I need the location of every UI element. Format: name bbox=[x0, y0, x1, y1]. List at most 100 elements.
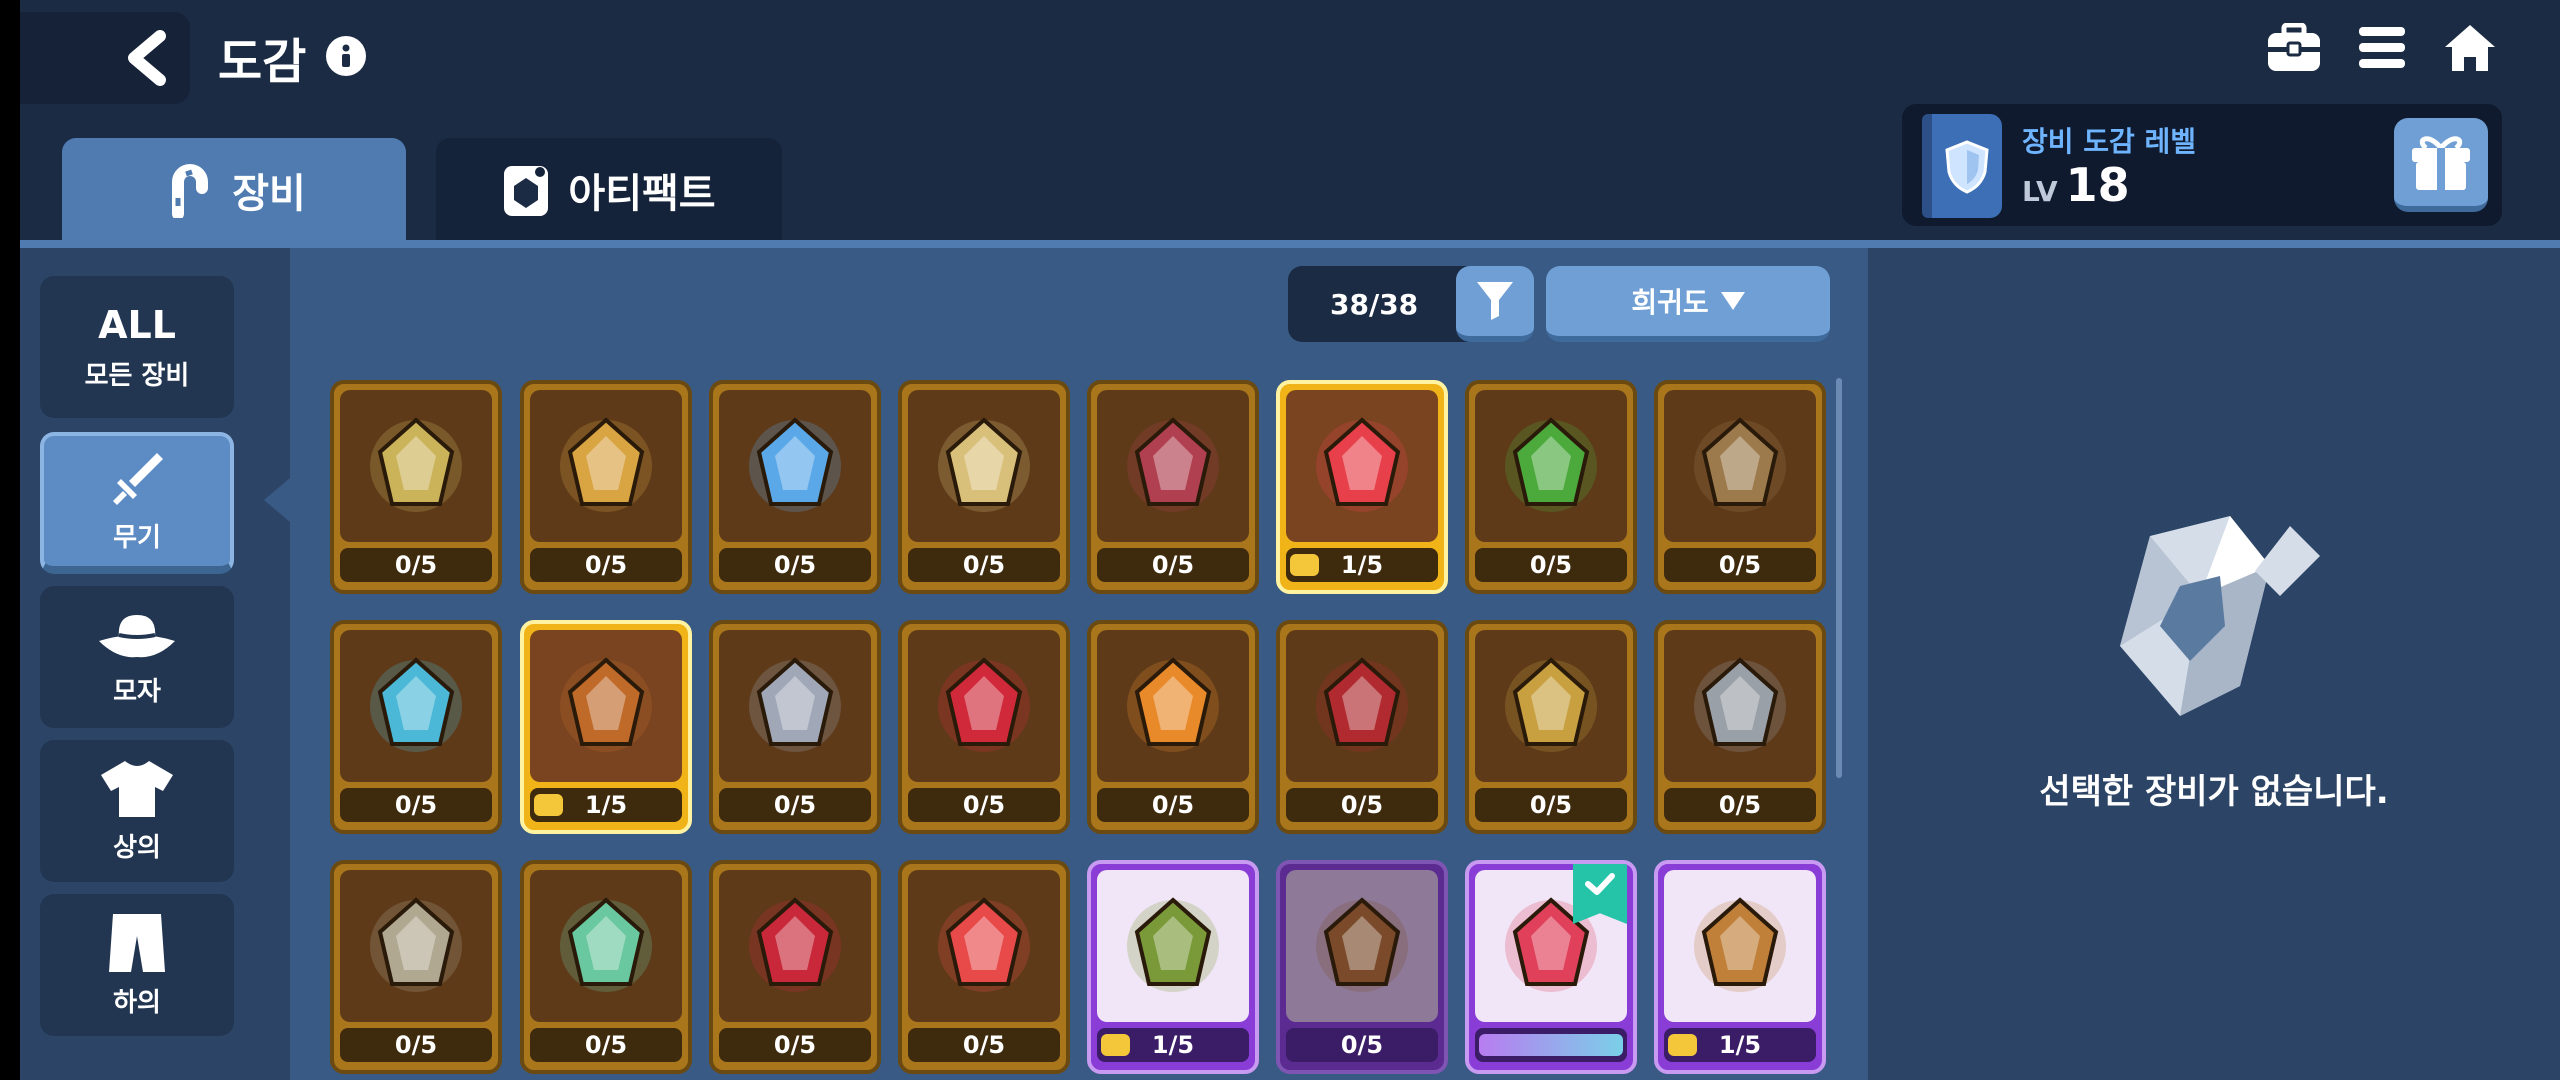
poison-flask-icon bbox=[1505, 417, 1597, 512]
equipment-card[interactable] bbox=[1465, 860, 1637, 1074]
dumbbell-icon bbox=[560, 657, 652, 752]
pants-icon bbox=[109, 913, 165, 972]
filter-button[interactable] bbox=[1456, 266, 1534, 342]
equipment-card[interactable]: 0/5 bbox=[898, 380, 1070, 594]
progress-count: 0/5 bbox=[962, 791, 1006, 819]
equipment-art bbox=[719, 390, 871, 542]
equipment-art bbox=[530, 630, 682, 782]
bag-icon[interactable] bbox=[2264, 20, 2324, 76]
tab-equipment[interactable]: 장비 bbox=[62, 138, 406, 242]
progress-count: 0/5 bbox=[962, 551, 1006, 579]
equipment-card[interactable]: 0/5 bbox=[709, 380, 881, 594]
equipment-card[interactable]: 0/5 bbox=[1654, 380, 1826, 594]
golden-horn-icon bbox=[1505, 657, 1597, 752]
progress-bar: 0/5 bbox=[908, 548, 1060, 582]
home-icon[interactable] bbox=[2440, 20, 2500, 76]
progress-bar: 1/5 bbox=[1286, 548, 1438, 582]
back-button[interactable] bbox=[20, 12, 190, 104]
progress-bar: 0/5 bbox=[1286, 788, 1438, 822]
equipment-card[interactable]: 0/5 bbox=[898, 620, 1070, 834]
fire-gem-icon bbox=[1127, 657, 1219, 752]
equipment-card[interactable]: 0/5 bbox=[1087, 380, 1259, 594]
progress-count: 0/5 bbox=[584, 1031, 628, 1059]
equipment-art bbox=[908, 870, 1060, 1022]
progress-count: 1/5 bbox=[1718, 1031, 1762, 1059]
candy-hammer-icon bbox=[1316, 417, 1408, 512]
candy-cane-icon bbox=[938, 897, 1030, 992]
equipment-card[interactable]: 1/5 bbox=[1276, 380, 1448, 594]
filter-icon bbox=[1477, 282, 1513, 320]
progress-count: 0/5 bbox=[773, 791, 817, 819]
menu-icon[interactable] bbox=[2352, 20, 2412, 76]
sidebar-item-hat[interactable]: 모자 bbox=[40, 586, 234, 728]
progress-bar: 0/5 bbox=[719, 788, 871, 822]
equipment-art bbox=[908, 390, 1060, 542]
equipment-card[interactable]: 0/5 bbox=[709, 620, 881, 834]
equipment-card[interactable]: 0/5 bbox=[330, 620, 502, 834]
wooden-flute-icon bbox=[1316, 897, 1408, 992]
equipment-card[interactable]: 0/5 bbox=[1465, 620, 1637, 834]
paper-blade-icon bbox=[938, 417, 1030, 512]
progress-count: 0/5 bbox=[773, 1031, 817, 1059]
empty-equipment-icon bbox=[2120, 516, 2320, 716]
progress-count: 0/5 bbox=[1151, 791, 1195, 819]
equipment-card[interactable]: 0/5 bbox=[898, 860, 1070, 1074]
equipment-art bbox=[1286, 870, 1438, 1022]
equipment-card[interactable]: 1/5 bbox=[520, 620, 692, 834]
stone-claw-icon bbox=[1694, 657, 1786, 752]
equipment-card[interactable]: 0/5 bbox=[1465, 380, 1637, 594]
progress-count: 0/5 bbox=[1529, 791, 1573, 819]
sidebar-item-weapon[interactable]: 무기 bbox=[40, 432, 234, 574]
equipment-card[interactable]: 0/5 bbox=[520, 380, 692, 594]
reward-gift-button[interactable] bbox=[2394, 118, 2488, 212]
sidebar-item-all[interactable]: ALL 모든 장비 bbox=[40, 276, 234, 418]
grid-scrollbar[interactable] bbox=[1836, 378, 1842, 778]
progress-fill bbox=[1668, 1034, 1697, 1056]
info-icon[interactable] bbox=[326, 36, 366, 76]
equipment-card[interactable]: 0/5 bbox=[520, 860, 692, 1074]
equipment-art bbox=[1664, 390, 1816, 542]
progress-bar: 0/5 bbox=[719, 548, 871, 582]
tab-artifact[interactable]: 아티팩트 bbox=[436, 138, 782, 242]
empty-selection-text: 선택한 장비가 없습니다. bbox=[2039, 772, 2389, 812]
progress-count: 0/5 bbox=[394, 791, 438, 819]
gift-icon bbox=[2412, 136, 2470, 190]
tab-underline bbox=[20, 240, 2560, 248]
sidebar-item-top[interactable]: 상의 bbox=[40, 740, 234, 882]
equipment-card[interactable]: 0/5 bbox=[1276, 620, 1448, 834]
spiked-amulet-icon bbox=[370, 417, 462, 512]
equipment-card[interactable]: 1/5 bbox=[1654, 860, 1826, 1074]
progress-bar: 0/5 bbox=[1097, 548, 1249, 582]
level-number: 18 bbox=[2065, 158, 2130, 212]
equipment-card[interactable]: 0/5 bbox=[1654, 620, 1826, 834]
tab-equipment-label: 장비 bbox=[232, 171, 306, 217]
equipment-card[interactable]: 0/5 bbox=[330, 380, 502, 594]
equipment-art bbox=[340, 630, 492, 782]
equipment-card[interactable]: 1/5 bbox=[1087, 860, 1259, 1074]
artifact-card-icon bbox=[504, 166, 549, 216]
progress-bar bbox=[1475, 1028, 1627, 1062]
equipment-card[interactable]: 0/5 bbox=[1276, 860, 1448, 1074]
progress-count: 1/5 bbox=[1151, 1031, 1195, 1059]
gear-wrench-icon bbox=[370, 897, 462, 992]
progress-fill bbox=[534, 794, 563, 816]
progress-count: 0/5 bbox=[1340, 791, 1384, 819]
sidebar-item-bottom[interactable]: 하의 bbox=[40, 894, 234, 1036]
equipment-card[interactable]: 0/5 bbox=[709, 860, 881, 1074]
equipment-art bbox=[908, 630, 1060, 782]
equipment-art bbox=[1286, 630, 1438, 782]
progress-bar: 0/5 bbox=[719, 1028, 871, 1062]
equipment-card[interactable]: 0/5 bbox=[330, 860, 502, 1074]
equipment-card[interactable]: 0/5 bbox=[1087, 620, 1259, 834]
hat-icon bbox=[99, 614, 175, 657]
red-guitar-icon bbox=[938, 657, 1030, 752]
equipment-art bbox=[340, 390, 492, 542]
sidebar-item-label: 상의 bbox=[113, 832, 161, 863]
sort-dropdown[interactable]: 희귀도 bbox=[1546, 266, 1830, 342]
shirt-icon bbox=[101, 760, 173, 817]
bat-wing-icon bbox=[1316, 657, 1408, 752]
progress-count: 0/5 bbox=[394, 1031, 438, 1059]
candy-bomb-icon bbox=[370, 657, 462, 752]
equipment-art bbox=[719, 870, 871, 1022]
top-icons bbox=[2264, 20, 2500, 76]
